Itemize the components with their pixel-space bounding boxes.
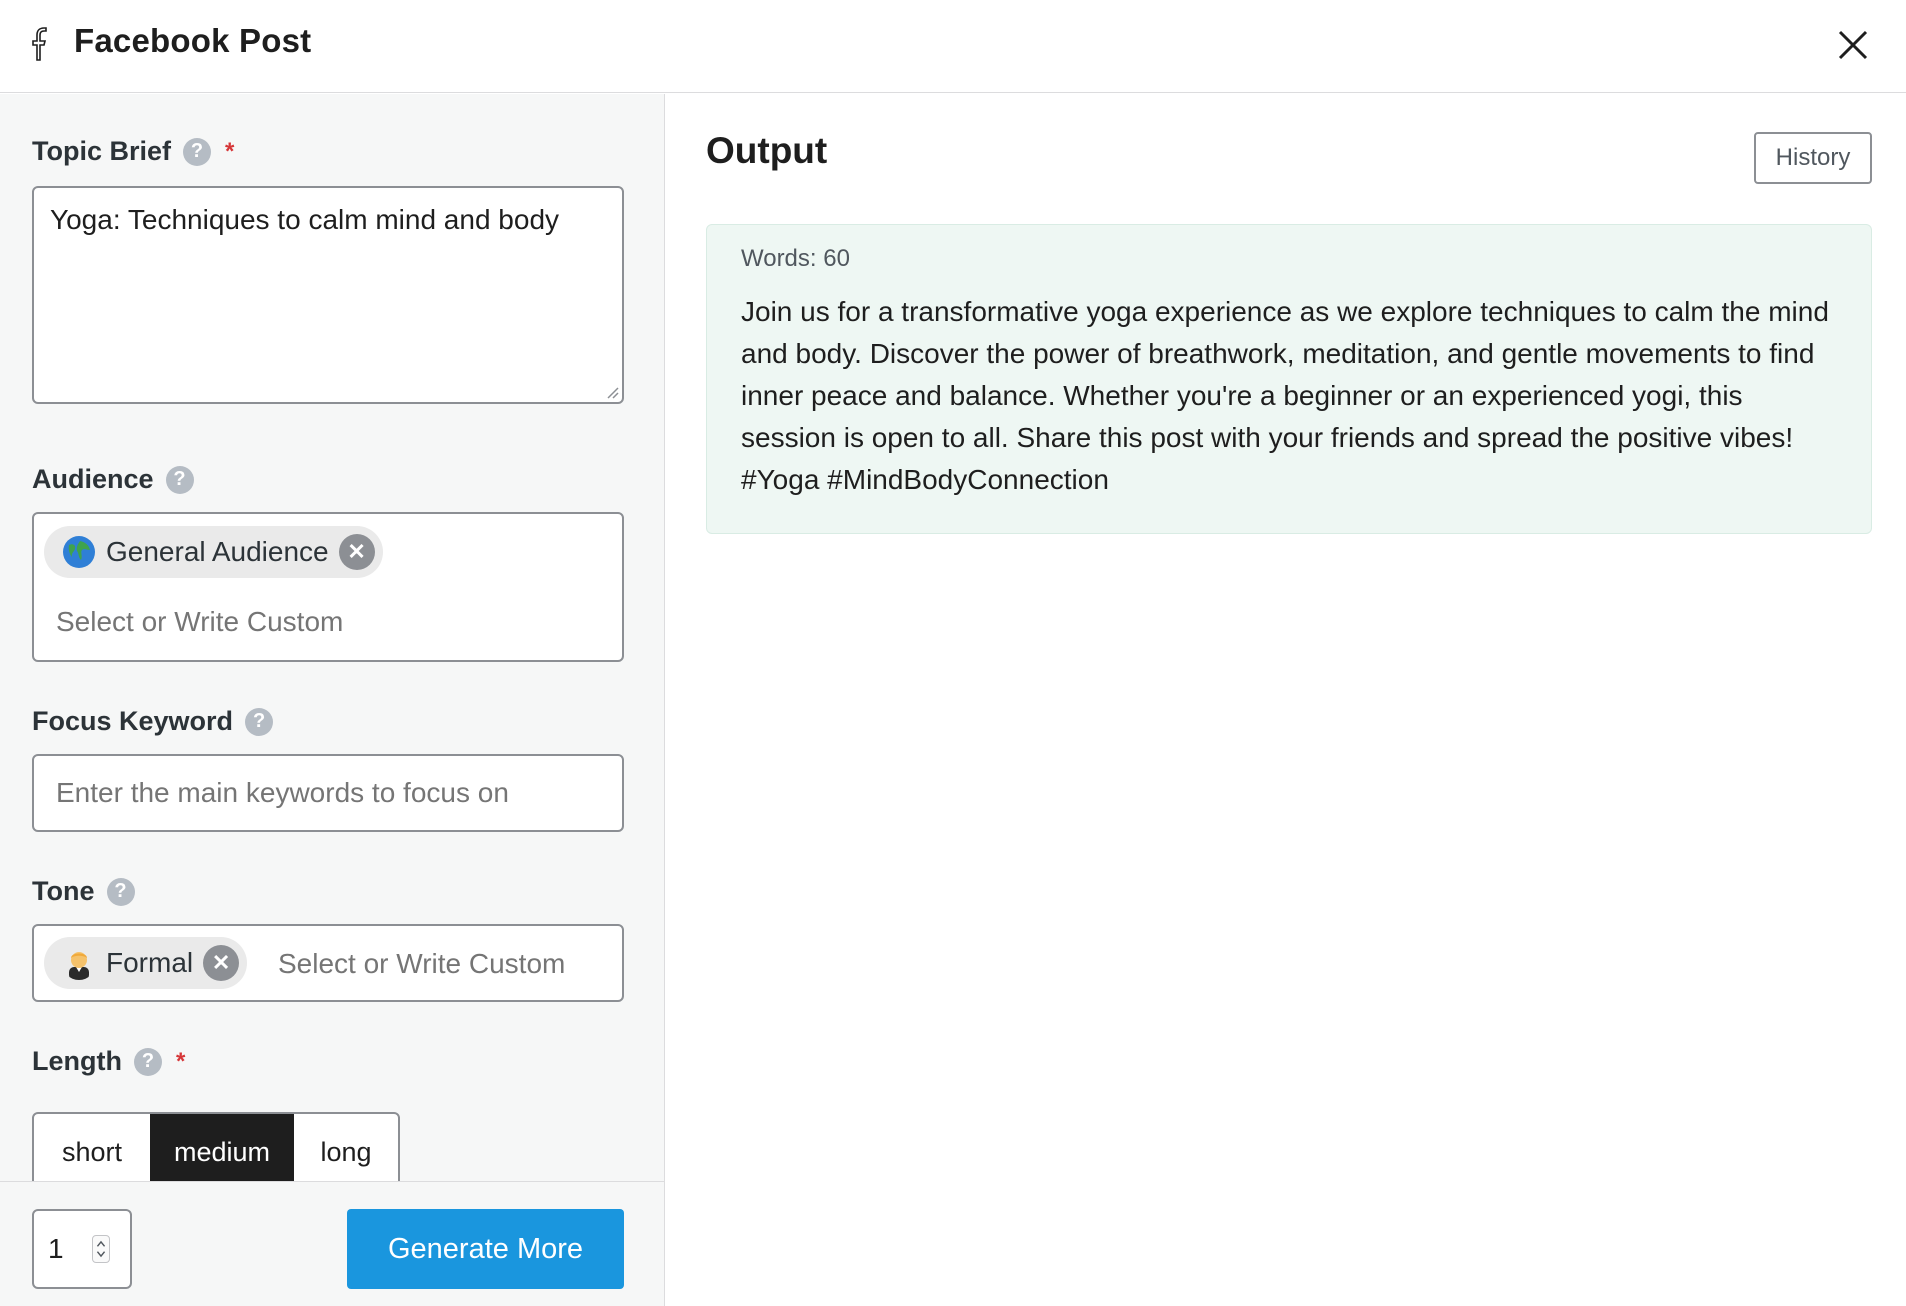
length-option-short[interactable]: short	[34, 1114, 150, 1190]
help-icon[interactable]: ?	[165, 465, 194, 494]
count-stepper[interactable]: 1	[32, 1209, 132, 1289]
required-mark: *	[175, 1047, 186, 1075]
topic-brief-label-text: Topic Brief	[32, 136, 172, 166]
resize-grip-icon[interactable]	[604, 384, 620, 400]
audience-placeholder[interactable]: Select or Write Custom	[56, 606, 343, 638]
generate-more-button[interactable]: Generate More	[347, 1209, 624, 1289]
output-card: Words: 60 Join us for a transformative y…	[706, 224, 1872, 534]
settings-panel: Topic Brief ? * Yoga: Techniques to calm…	[0, 94, 665, 1306]
tone-label-text: Tone	[32, 876, 95, 906]
help-icon[interactable]: ?	[133, 1047, 162, 1076]
person-emoji-icon	[69, 952, 89, 980]
output-title: Output	[706, 130, 828, 171]
word-count: Words: 60	[741, 245, 850, 272]
tone-chip: Formal ✕	[44, 937, 248, 989]
modal-title: Facebook Post	[74, 22, 312, 59]
output-panel: Output History Words: 60 Join us for a t…	[666, 94, 1906, 1306]
remove-chip-icon[interactable]: ✕	[203, 945, 240, 981]
tone-placeholder[interactable]: Select or Write Custom	[278, 948, 565, 980]
tone-label: Tone ?	[32, 876, 135, 907]
focus-keyword-label: Focus Keyword ?	[32, 706, 274, 737]
topic-brief-label: Topic Brief ? *	[32, 136, 234, 167]
focus-keyword-label-text: Focus Keyword	[32, 706, 234, 736]
length-label-text: Length	[32, 1046, 122, 1076]
remove-chip-icon[interactable]: ✕	[338, 534, 375, 570]
globe-emoji-icon	[63, 536, 95, 568]
length-option-long[interactable]: long	[294, 1114, 398, 1190]
focus-keyword-input[interactable]	[32, 754, 624, 832]
help-icon[interactable]: ?	[245, 707, 274, 736]
audience-chip: General Audience ✕	[44, 526, 383, 578]
count-value: 1	[48, 1233, 64, 1264]
close-icon[interactable]	[1832, 24, 1872, 64]
history-button[interactable]: History	[1754, 132, 1872, 184]
audience-chip-label: General Audience	[106, 536, 329, 567]
help-icon[interactable]: ?	[106, 877, 135, 906]
modal-header: Facebook Post	[0, 0, 1906, 93]
length-label: Length ? *	[32, 1046, 185, 1077]
length-segmented-control: short medium long	[32, 1112, 400, 1192]
audience-label: Audience ?	[32, 464, 194, 495]
audience-label-text: Audience	[32, 464, 154, 494]
audience-select[interactable]: General Audience ✕ Select or Write Custo…	[32, 512, 624, 662]
tone-select[interactable]: Formal ✕ Select or Write Custom	[32, 924, 624, 1002]
tone-chip-label: Formal	[106, 947, 194, 978]
length-option-medium[interactable]: medium	[150, 1114, 294, 1190]
required-mark: *	[225, 137, 235, 165]
topic-brief-textarea[interactable]: Yoga: Techniques to calm mind and body	[32, 186, 624, 404]
output-text[interactable]: Join us for a transformative yoga experi…	[741, 291, 1837, 501]
facebook-icon	[32, 27, 47, 61]
stepper-arrows-icon[interactable]	[92, 1235, 110, 1263]
footer-bar: 1 Generate More	[0, 1181, 664, 1306]
help-icon[interactable]: ?	[183, 137, 212, 166]
